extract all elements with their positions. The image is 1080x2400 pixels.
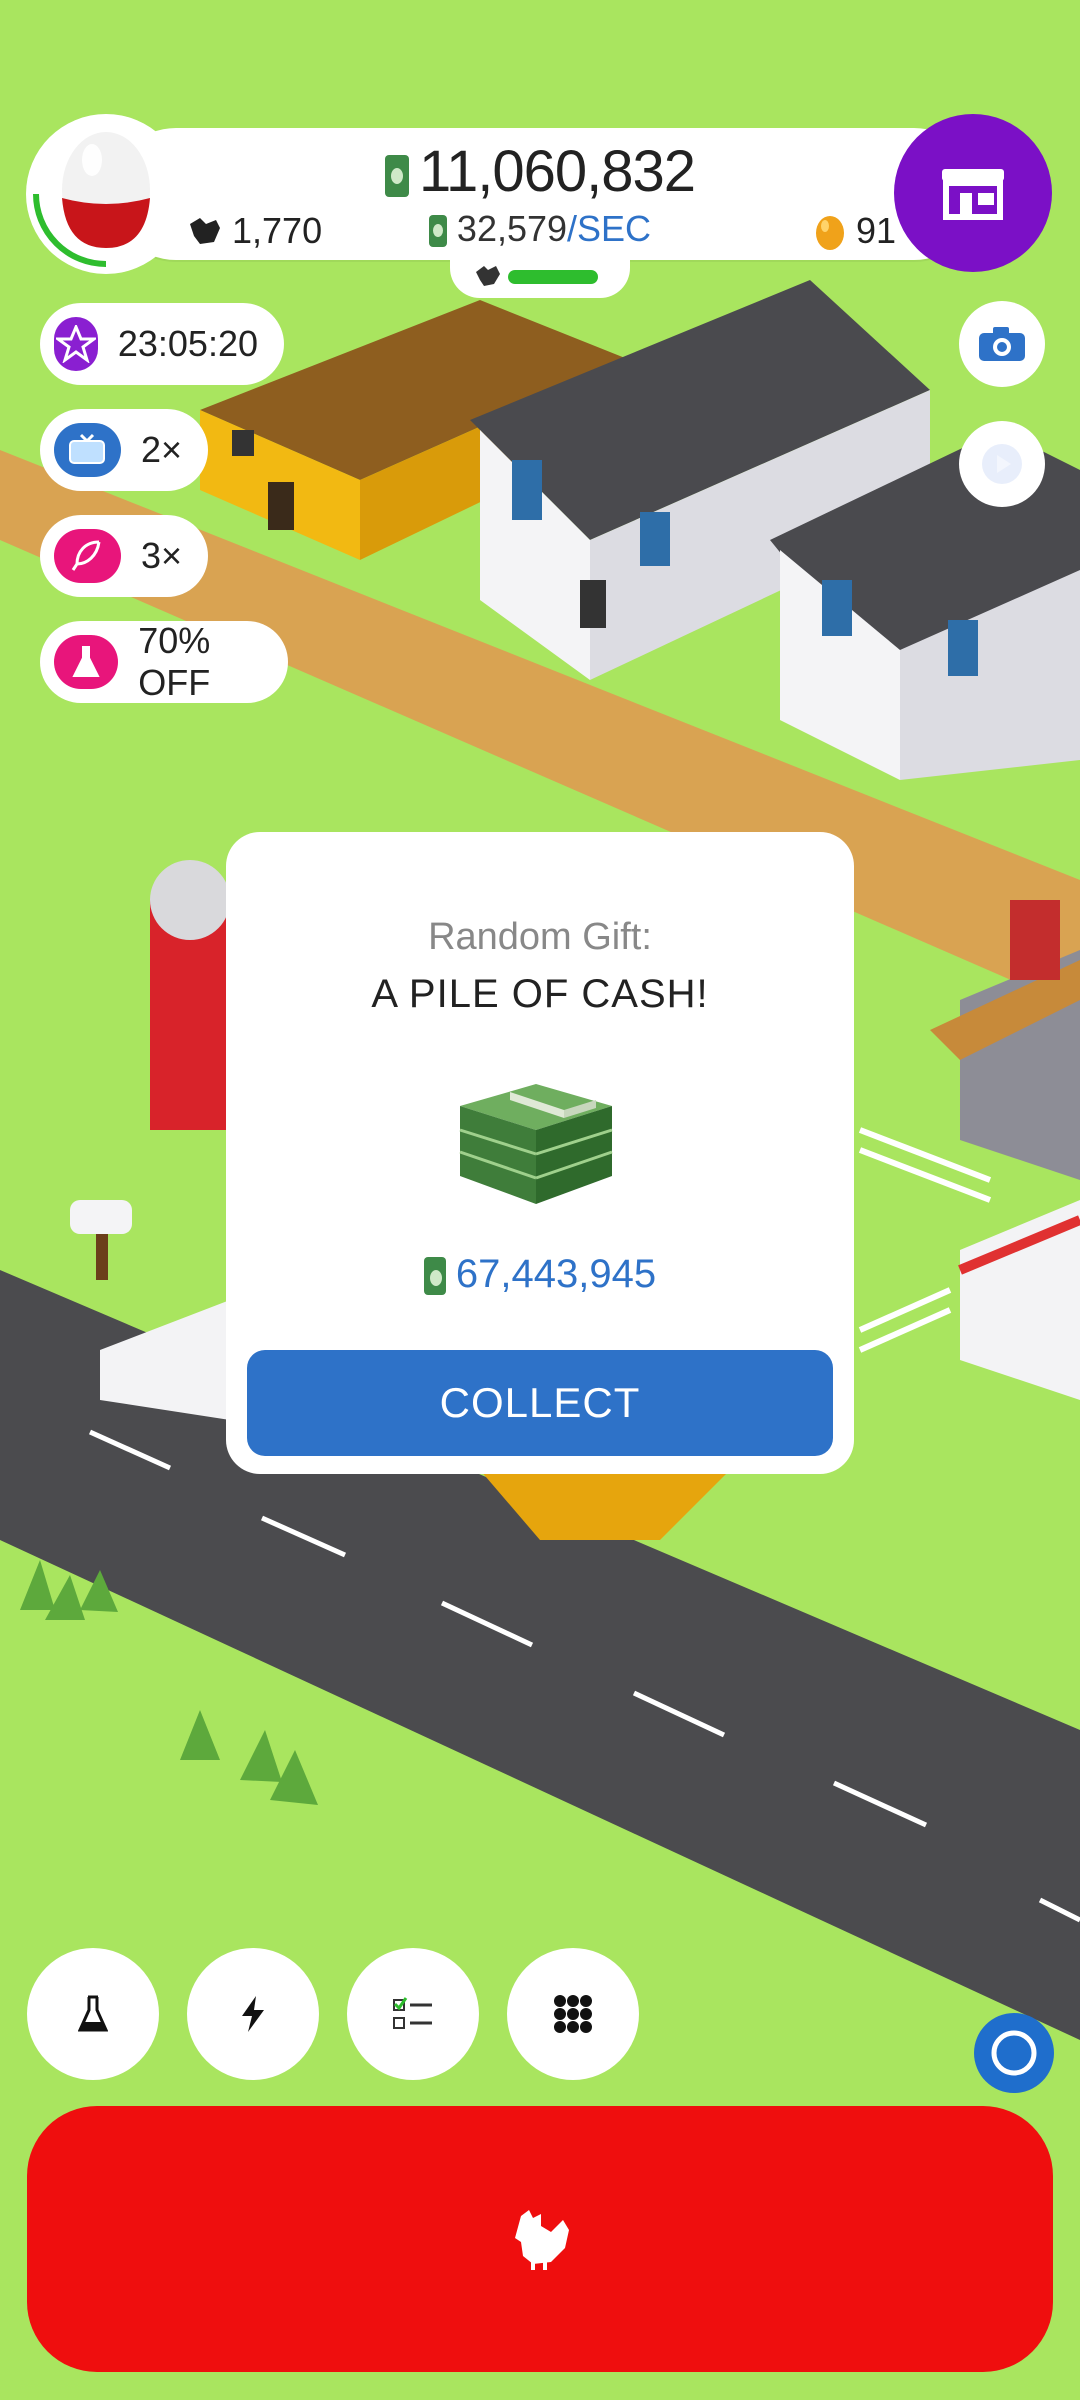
cash-pile-icon [459, 1084, 613, 1204]
collect-button[interactable]: COLLECT [247, 1350, 833, 1456]
boost-timer-pill[interactable]: 23:05:20 [40, 303, 284, 385]
menu-button[interactable] [507, 1948, 639, 2080]
flask-icon [54, 635, 119, 689]
gift-label: Random Gift: [428, 916, 652, 958]
video-button[interactable] [959, 421, 1045, 507]
camera-button[interactable] [959, 301, 1045, 387]
ring-icon [991, 2030, 1037, 2076]
chicken-icon [190, 218, 220, 244]
shop-button[interactable] [894, 114, 1052, 272]
cash-icon [423, 1257, 446, 1296]
boost-research-pill[interactable]: 70% OFF [40, 620, 288, 703]
lightning-icon [242, 1996, 264, 2032]
research-button[interactable] [27, 1948, 159, 2080]
hatch-chicken-button[interactable] [27, 2106, 1053, 2372]
progress-tab [450, 252, 630, 298]
star-icon [54, 317, 98, 371]
shop-icon [942, 169, 1004, 220]
chicken-icon [515, 2210, 569, 2270]
gift-amount: 67,443,945 [226, 1252, 854, 1297]
flask-icon [78, 1995, 108, 2032]
tv-icon [54, 423, 121, 477]
cash-icon [428, 215, 447, 248]
chicken-count: 1,770 [186, 210, 322, 252]
missions-button[interactable] [347, 1948, 479, 2080]
camera-icon [979, 327, 1025, 361]
golden-egg-icon [816, 216, 844, 250]
checklist-icon [393, 1997, 432, 2029]
video-play-icon [982, 444, 1022, 484]
assistant-button[interactable] [974, 2013, 1054, 2093]
progress-bar-fill [508, 270, 598, 284]
grid-icon [554, 1995, 592, 2033]
boost-video-pill[interactable]: 2× [40, 409, 208, 491]
chicken-icon [476, 266, 500, 286]
random-gift-dialog: Random Gift: A PILE OF CASH! 67,443,945 … [226, 832, 854, 1474]
boost-feather-pill[interactable]: 3× [40, 515, 208, 597]
feather-icon [54, 529, 121, 583]
golden-egg-count: 91 [814, 210, 896, 252]
gift-title: A PILE OF CASH! [371, 972, 709, 1016]
cash-icon [385, 154, 409, 197]
boosts-button[interactable] [187, 1948, 319, 2080]
